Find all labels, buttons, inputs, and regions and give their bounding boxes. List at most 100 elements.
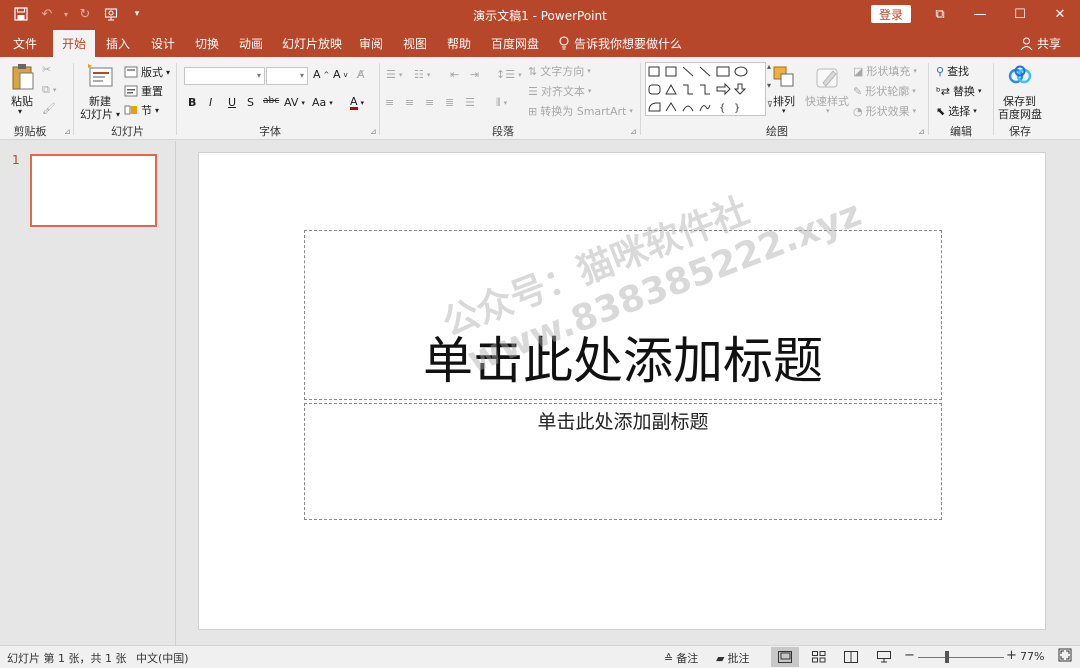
layout-button[interactable]: 版式 ▾ xyxy=(124,64,170,80)
tab-view[interactable]: 视图 xyxy=(397,29,433,57)
paste-dropdown-icon[interactable]: ▾ xyxy=(18,107,22,116)
status-bar: 幻灯片 第 1 张，共 1 张 中文(中国) ≙ 备注 ▰ 批注 − + 77% xyxy=(0,645,1080,668)
align-text-button[interactable]: ☰ 对齐文本 ▾ xyxy=(528,83,591,99)
notes-button[interactable]: ≙ 备注 xyxy=(664,650,698,666)
login-button[interactable]: 登录 xyxy=(871,5,911,23)
align-right-icon[interactable]: ≡ xyxy=(425,96,434,109)
shadow-button[interactable]: S xyxy=(247,96,254,109)
convert-smartart-button[interactable]: ⊞ 转换为 SmartArt ▾ xyxy=(528,103,633,119)
increase-indent-icon[interactable]: ⇥ xyxy=(470,68,479,81)
slide-sorter-icon xyxy=(812,651,826,663)
pen-icon: ✎ xyxy=(853,84,863,98)
shapes-gallery[interactable]: {} xyxy=(645,62,766,116)
increase-font-size-button[interactable]: A ^ xyxy=(313,68,329,81)
reading-view-button[interactable] xyxy=(837,647,865,667)
shape-fill-button[interactable]: ◪ 形状填充 ▾ xyxy=(853,63,917,79)
comment-icon: ▰ xyxy=(716,651,725,665)
tab-insert[interactable]: 插入 xyxy=(100,29,136,57)
zoom-out-button[interactable]: − xyxy=(904,648,915,663)
italic-button[interactable]: I xyxy=(209,96,212,109)
character-spacing-button[interactable]: AV ▾ xyxy=(284,96,305,109)
numbering-button[interactable]: ☷ ▾ xyxy=(414,68,430,81)
columns-button[interactable]: ⫴ ▾ xyxy=(496,96,507,110)
justify-icon[interactable]: ≣ xyxy=(445,96,454,109)
distributed-icon[interactable]: ☰ xyxy=(465,96,475,109)
font-launcher-icon[interactable]: ⊿ xyxy=(370,127,377,136)
fit-to-window-icon[interactable] xyxy=(1058,648,1072,662)
ribbon-display-options-icon[interactable]: ⧉ xyxy=(920,0,960,29)
slide[interactable]: 单击此处添加标题 单击此处添加副标题 公众号：猫咪软件社 www.8383852… xyxy=(198,152,1046,630)
tab-review[interactable]: 审阅 xyxy=(353,29,389,57)
slide-thumbnail[interactable] xyxy=(30,154,157,227)
minimize-button[interactable]: — xyxy=(960,0,1000,29)
copy-icon[interactable]: ⧉ ▾ xyxy=(42,83,56,97)
new-slide-icon[interactable] xyxy=(86,62,114,93)
text-direction-button[interactable]: ⇅ 文字方向 ▾ xyxy=(528,63,591,79)
font-name-combo[interactable]: ▾ xyxy=(184,67,265,85)
comments-button[interactable]: ▰ 批注 xyxy=(716,650,749,666)
font-size-combo[interactable]: ▾ xyxy=(266,67,308,85)
tab-slideshow[interactable]: 幻灯片放映 xyxy=(280,29,344,57)
quick-styles-icon[interactable] xyxy=(815,65,841,94)
clipboard-launcher-icon[interactable]: ⊿ xyxy=(64,127,71,136)
baidu-netdisk-icon[interactable] xyxy=(1008,65,1032,90)
cursor-icon: ⬉ xyxy=(936,104,946,118)
tab-design[interactable]: 设计 xyxy=(145,29,181,57)
replace-button[interactable]: ᵇ⇄ 替换 ▾ xyxy=(936,83,981,99)
zoom-in-button[interactable]: + xyxy=(1006,648,1017,663)
zoom-slider-thumb[interactable] xyxy=(945,651,949,663)
paragraph-launcher-icon[interactable]: ⊿ xyxy=(630,127,637,136)
zoom-level[interactable]: 77% xyxy=(1020,650,1044,663)
new-slide-button-line2[interactable]: 幻灯片 ▾ xyxy=(80,106,120,122)
slide-sorter-view-button[interactable] xyxy=(805,647,833,667)
paste-icon[interactable] xyxy=(11,63,35,94)
section-button[interactable]: 节 ▾ xyxy=(124,102,159,118)
clear-formatting-icon[interactable]: A̸ xyxy=(357,68,365,81)
bullets-button[interactable]: ☰ ▾ xyxy=(386,68,402,81)
drawing-launcher-icon[interactable]: ⊿ xyxy=(918,127,925,136)
language-indicator[interactable]: 中文(中国) xyxy=(136,650,189,666)
group-divider xyxy=(640,63,641,135)
zoom-slider-track[interactable] xyxy=(918,657,1004,658)
align-left-icon[interactable]: ≡ xyxy=(385,96,394,109)
underline-button[interactable]: U xyxy=(228,96,236,109)
tab-home[interactable]: 开始 xyxy=(53,30,95,57)
normal-view-button[interactable] xyxy=(771,647,799,667)
cut-icon[interactable]: ✂ xyxy=(42,63,51,76)
slideshow-view-button[interactable] xyxy=(870,647,898,667)
shape-effects-button[interactable]: ◔ 形状效果 ▾ xyxy=(853,103,916,119)
title-placeholder[interactable]: 单击此处添加标题 xyxy=(304,230,942,400)
save-to-baidu-line2[interactable]: 百度网盘 xyxy=(998,106,1042,122)
tab-baidu-netdisk[interactable]: 百度网盘 xyxy=(489,29,541,57)
tab-transitions[interactable]: 切换 xyxy=(189,29,225,57)
subtitle-placeholder[interactable]: 单击此处添加副标题 xyxy=(304,403,942,520)
bold-button[interactable]: B xyxy=(188,96,196,109)
share-button[interactable]: 共享 xyxy=(1020,29,1061,57)
change-case-button[interactable]: Aa ▾ xyxy=(312,96,333,109)
arrange-icon[interactable] xyxy=(772,65,796,92)
tab-help[interactable]: 帮助 xyxy=(441,29,477,57)
decrease-font-size-button[interactable]: Av xyxy=(333,68,348,81)
reset-button[interactable]: 重置 xyxy=(124,83,163,99)
group-divider xyxy=(993,63,994,135)
tab-file[interactable]: 文件 xyxy=(6,29,44,57)
select-button[interactable]: ⬉ 选择 ▾ xyxy=(936,103,977,119)
align-center-icon[interactable]: ≡ xyxy=(405,96,414,109)
maximize-button[interactable]: ☐ xyxy=(1000,0,1040,29)
decrease-indent-icon[interactable]: ⇤ xyxy=(450,68,459,81)
tell-me-search[interactable]: 告诉我你想要做什么 xyxy=(558,29,682,57)
group-editing-label: 编辑 xyxy=(950,125,972,138)
arrange-dropdown-icon[interactable]: ▾ xyxy=(782,107,786,115)
quick-styles-dropdown-icon[interactable]: ▾ xyxy=(826,107,830,115)
shape-outline-button[interactable]: ✎ 形状轮廓 ▾ xyxy=(853,83,916,99)
find-button[interactable]: ⚲ 查找 xyxy=(936,63,969,79)
font-color-button[interactable]: A ▾ xyxy=(350,96,364,110)
close-button[interactable]: ✕ xyxy=(1040,0,1080,29)
strikethrough-button[interactable]: abc xyxy=(263,96,279,106)
format-painter-icon[interactable]: 🖌 xyxy=(42,102,56,115)
line-spacing-button[interactable]: ↕☰ ▾ xyxy=(496,68,522,81)
gallery-scroll-up-icon[interactable]: ▴ xyxy=(767,62,771,71)
gallery-scroll-down-icon[interactable]: ▾ xyxy=(767,81,771,90)
gallery-more-icon[interactable]: ⊽ xyxy=(767,100,773,109)
tab-animations[interactable]: 动画 xyxy=(233,29,269,57)
